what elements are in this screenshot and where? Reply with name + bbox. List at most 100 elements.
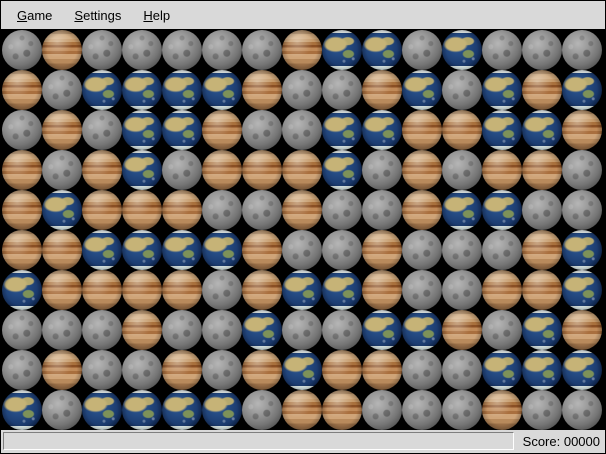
moon-gray-ball[interactable]: [522, 30, 562, 70]
earth-blue-ball[interactable]: [522, 350, 562, 390]
moon-gray-ball[interactable]: [482, 230, 522, 270]
earth-blue-ball[interactable]: [122, 390, 162, 430]
earth-blue-ball[interactable]: [562, 70, 602, 110]
jupiter-brown-ball[interactable]: [482, 270, 522, 310]
moon-gray-ball[interactable]: [482, 310, 522, 350]
earth-blue-ball[interactable]: [82, 390, 122, 430]
moon-gray-ball[interactable]: [202, 310, 242, 350]
jupiter-brown-ball[interactable]: [522, 230, 562, 270]
earth-blue-ball[interactable]: [2, 390, 42, 430]
moon-gray-ball[interactable]: [202, 190, 242, 230]
moon-gray-ball[interactable]: [402, 390, 442, 430]
moon-gray-ball[interactable]: [122, 350, 162, 390]
moon-gray-ball[interactable]: [42, 310, 82, 350]
moon-gray-ball[interactable]: [522, 390, 562, 430]
moon-gray-ball[interactable]: [2, 310, 42, 350]
earth-blue-ball[interactable]: [162, 390, 202, 430]
moon-gray-ball[interactable]: [442, 150, 482, 190]
earth-blue-ball[interactable]: [482, 350, 522, 390]
jupiter-brown-ball[interactable]: [122, 310, 162, 350]
moon-gray-ball[interactable]: [442, 230, 482, 270]
menu-settings[interactable]: Settings: [63, 1, 132, 29]
jupiter-brown-ball[interactable]: [2, 190, 42, 230]
jupiter-brown-ball[interactable]: [282, 150, 322, 190]
moon-gray-ball[interactable]: [162, 150, 202, 190]
earth-blue-ball[interactable]: [122, 110, 162, 150]
moon-gray-ball[interactable]: [522, 190, 562, 230]
menu-help[interactable]: Help: [132, 1, 181, 29]
moon-gray-ball[interactable]: [42, 70, 82, 110]
moon-gray-ball[interactable]: [362, 150, 402, 190]
moon-gray-ball[interactable]: [562, 150, 602, 190]
moon-gray-ball[interactable]: [2, 110, 42, 150]
jupiter-brown-ball[interactable]: [242, 230, 282, 270]
jupiter-brown-ball[interactable]: [42, 30, 82, 70]
earth-blue-ball[interactable]: [202, 70, 242, 110]
earth-blue-ball[interactable]: [482, 190, 522, 230]
jupiter-brown-ball[interactable]: [2, 70, 42, 110]
earth-blue-ball[interactable]: [2, 270, 42, 310]
earth-blue-ball[interactable]: [122, 230, 162, 270]
jupiter-brown-ball[interactable]: [162, 270, 202, 310]
earth-blue-ball[interactable]: [482, 70, 522, 110]
moon-gray-ball[interactable]: [242, 30, 282, 70]
jupiter-brown-ball[interactable]: [122, 190, 162, 230]
jupiter-brown-ball[interactable]: [82, 190, 122, 230]
jupiter-brown-ball[interactable]: [322, 390, 362, 430]
moon-gray-ball[interactable]: [562, 30, 602, 70]
earth-blue-ball[interactable]: [322, 270, 362, 310]
moon-gray-ball[interactable]: [562, 390, 602, 430]
jupiter-brown-ball[interactable]: [402, 150, 442, 190]
jupiter-brown-ball[interactable]: [402, 190, 442, 230]
moon-gray-ball[interactable]: [242, 110, 282, 150]
jupiter-brown-ball[interactable]: [362, 350, 402, 390]
earth-blue-ball[interactable]: [122, 70, 162, 110]
earth-blue-ball[interactable]: [362, 30, 402, 70]
jupiter-brown-ball[interactable]: [242, 70, 282, 110]
earth-blue-ball[interactable]: [242, 310, 282, 350]
jupiter-brown-ball[interactable]: [242, 350, 282, 390]
moon-gray-ball[interactable]: [362, 390, 402, 430]
moon-gray-ball[interactable]: [402, 270, 442, 310]
jupiter-brown-ball[interactable]: [42, 230, 82, 270]
jupiter-brown-ball[interactable]: [362, 70, 402, 110]
jupiter-brown-ball[interactable]: [42, 110, 82, 150]
moon-gray-ball[interactable]: [82, 30, 122, 70]
jupiter-brown-ball[interactable]: [562, 110, 602, 150]
moon-gray-ball[interactable]: [402, 230, 442, 270]
earth-blue-ball[interactable]: [322, 150, 362, 190]
moon-gray-ball[interactable]: [242, 390, 282, 430]
jupiter-brown-ball[interactable]: [442, 110, 482, 150]
earth-blue-ball[interactable]: [442, 30, 482, 70]
earth-blue-ball[interactable]: [562, 350, 602, 390]
earth-blue-ball[interactable]: [402, 310, 442, 350]
earth-blue-ball[interactable]: [282, 350, 322, 390]
earth-blue-ball[interactable]: [162, 230, 202, 270]
moon-gray-ball[interactable]: [202, 30, 242, 70]
jupiter-brown-ball[interactable]: [482, 150, 522, 190]
moon-gray-ball[interactable]: [2, 350, 42, 390]
jupiter-brown-ball[interactable]: [202, 150, 242, 190]
earth-blue-ball[interactable]: [162, 110, 202, 150]
jupiter-brown-ball[interactable]: [82, 270, 122, 310]
moon-gray-ball[interactable]: [402, 30, 442, 70]
moon-gray-ball[interactable]: [442, 390, 482, 430]
earth-blue-ball[interactable]: [122, 150, 162, 190]
moon-gray-ball[interactable]: [82, 110, 122, 150]
jupiter-brown-ball[interactable]: [82, 150, 122, 190]
moon-gray-ball[interactable]: [322, 70, 362, 110]
jupiter-brown-ball[interactable]: [362, 270, 402, 310]
earth-blue-ball[interactable]: [322, 110, 362, 150]
earth-blue-ball[interactable]: [482, 110, 522, 150]
jupiter-brown-ball[interactable]: [562, 310, 602, 350]
earth-blue-ball[interactable]: [402, 70, 442, 110]
earth-blue-ball[interactable]: [322, 30, 362, 70]
moon-gray-ball[interactable]: [282, 110, 322, 150]
earth-blue-ball[interactable]: [442, 190, 482, 230]
earth-blue-ball[interactable]: [202, 390, 242, 430]
moon-gray-ball[interactable]: [82, 310, 122, 350]
moon-gray-ball[interactable]: [202, 270, 242, 310]
jupiter-brown-ball[interactable]: [202, 110, 242, 150]
moon-gray-ball[interactable]: [242, 190, 282, 230]
moon-gray-ball[interactable]: [2, 30, 42, 70]
